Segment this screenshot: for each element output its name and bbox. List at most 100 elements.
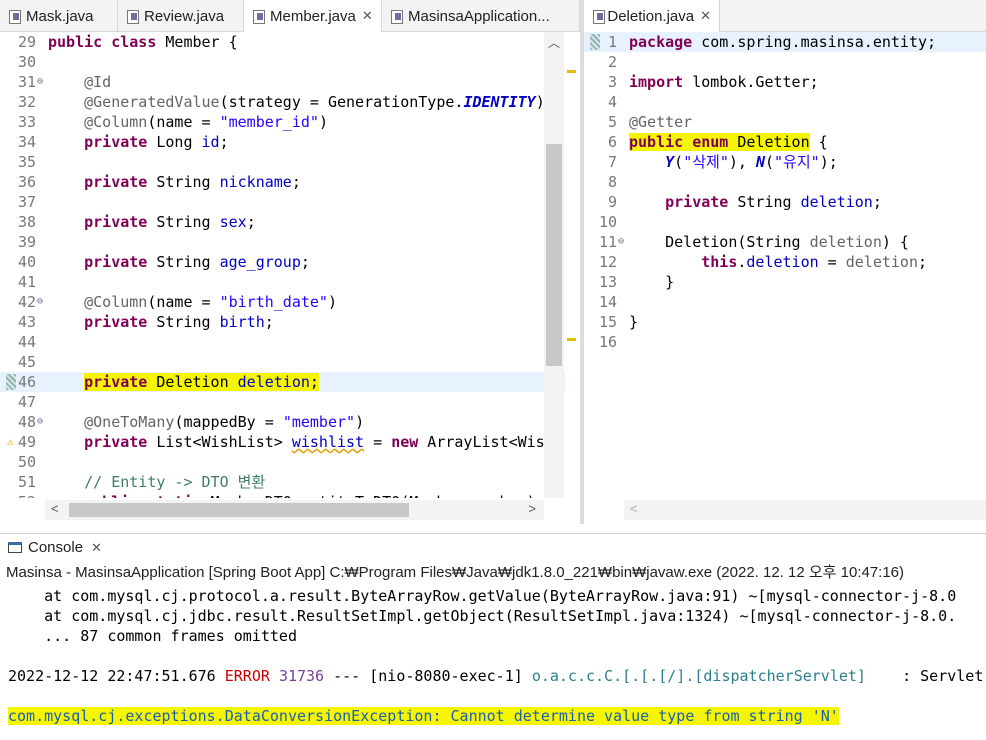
code-line[interactable]: 40 private String age_group;	[0, 252, 565, 272]
code-line[interactable]: 39	[0, 232, 565, 252]
scroll-thumb[interactable]	[69, 503, 409, 517]
code-line[interactable]: 15}	[584, 312, 986, 332]
code-line[interactable]: 44	[0, 332, 565, 352]
line-number: 44	[17, 333, 36, 351]
line-number: 3	[607, 73, 617, 91]
close-icon[interactable]: ✕	[362, 8, 373, 24]
code-line[interactable]: 3 import lombok.Getter;	[584, 72, 986, 92]
code-line[interactable]: 36 private String nickname;	[0, 172, 565, 192]
line-number: 15	[598, 313, 617, 331]
warning-icon[interactable]: ⚠	[7, 432, 14, 452]
code-line[interactable]: 13 }	[584, 272, 986, 292]
code-line[interactable]: 42 ⊖ @Column(name = "birth_date")	[0, 292, 565, 312]
code-text: @Id	[84, 73, 112, 91]
tab-review-java[interactable]: Review.java	[118, 0, 244, 32]
line-number: 41	[17, 273, 36, 291]
code-line[interactable]: 5 @Getter	[584, 112, 986, 132]
code-line[interactable]: 32 @GeneratedValue(strategy = Generation…	[0, 92, 565, 112]
code-line[interactable]: 52 public static MemberDTO entityToDTO(M…	[0, 492, 565, 498]
code-line[interactable]: 1 package com.spring.masinsa.entity;	[584, 32, 986, 52]
line-number: 43	[17, 313, 36, 331]
line-number: 30	[17, 53, 36, 71]
left-editor-vertical-scrollbar[interactable]: ︿	[544, 32, 564, 498]
line-number: 10	[598, 213, 617, 231]
line-number: 50	[17, 453, 36, 471]
code-line[interactable]: 45	[0, 352, 565, 372]
code-text: private String nickname;	[84, 173, 301, 191]
fold-toggle-icon[interactable]: ⊖	[37, 292, 43, 312]
code-line[interactable]: 38 private String sex;	[0, 212, 565, 232]
left-editor-horizontal-scrollbar[interactable]: < >	[45, 500, 544, 520]
tab-label: MasinsaApplication...	[408, 7, 550, 25]
fold-toggle-icon[interactable]: ⊖	[618, 232, 624, 252]
member-java-editor[interactable]: 29 public class Member { 30 31 ⊖ @Id 32 @Gene…	[0, 32, 565, 498]
code-line[interactable]: 37	[0, 192, 565, 212]
code-line[interactable]: 31 ⊖ @Id	[0, 72, 565, 92]
line-number: 49	[17, 433, 36, 451]
deletion-java-editor[interactable]: 1 package com.spring.masinsa.entity; 2 3 imp…	[584, 32, 986, 498]
line-number: 11	[598, 233, 617, 251]
left-overview-ruler	[565, 32, 580, 524]
tab-mask-java[interactable]: Mask.java	[0, 0, 118, 32]
code-line[interactable]: 9 private String deletion;	[584, 192, 986, 212]
code-line[interactable]: 7 Y("삭제"), N("유지");	[584, 152, 986, 172]
console-line: at com.mysql.cj.protocol.a.result.ByteAr…	[8, 587, 957, 605]
code-line[interactable]: 46 private Deletion deletion;	[0, 372, 565, 392]
java-file-icon	[126, 9, 140, 24]
code-line[interactable]: 48 ⊖ @OneToMany(mappedBy = "member")	[0, 412, 565, 432]
code-line[interactable]: 6 public enum Deletion {	[584, 132, 986, 152]
line-number: 48	[17, 413, 36, 431]
scroll-left-icon[interactable]: <	[630, 501, 638, 516]
right-editor-tabbar: Deletion.java ✕	[584, 0, 986, 32]
code-text: Deletion(String deletion) {	[629, 233, 909, 251]
code-line[interactable]: 10	[584, 212, 986, 232]
code-line[interactable]: 47	[0, 392, 565, 412]
code-line[interactable]: 8	[584, 172, 986, 192]
code-text: @GeneratedValue(strategy = GenerationTyp…	[84, 93, 545, 111]
tab-deletion-java[interactable]: Deletion.java ✕	[584, 0, 720, 32]
code-line[interactable]: 12 this.deletion = deletion;	[584, 252, 986, 272]
right-editor-horizontal-scrollbar[interactable]: <	[624, 500, 986, 520]
tab-label: Deletion.java	[607, 7, 695, 25]
code-line[interactable]: 34 private Long id;	[0, 132, 565, 152]
java-file-icon	[592, 9, 606, 24]
code-line[interactable]: 35	[0, 152, 565, 172]
close-icon[interactable]: ✕	[91, 540, 102, 556]
code-text: import lombok.Getter;	[629, 73, 819, 91]
tab-masinsaapplication-java[interactable]: MasinsaApplication...	[382, 0, 580, 32]
code-line[interactable]: 14	[584, 292, 986, 312]
line-number: 39	[17, 233, 36, 251]
code-line[interactable]: 2	[584, 52, 986, 72]
code-line[interactable]: 29 public class Member {	[0, 32, 565, 52]
code-text: public class Member {	[48, 33, 238, 51]
line-number: 51	[17, 473, 36, 491]
code-text: public enum Deletion {	[629, 133, 828, 151]
console-tab-label[interactable]: Console	[28, 539, 83, 556]
code-line[interactable]: 33 @Column(name = "member_id")	[0, 112, 565, 132]
code-line[interactable]: 30	[0, 52, 565, 72]
console-output[interactable]: at com.mysql.cj.protocol.a.result.ByteAr…	[0, 584, 986, 740]
scroll-left-icon[interactable]: <	[51, 501, 59, 516]
code-line[interactable]: 4	[584, 92, 986, 112]
scroll-thumb[interactable]	[546, 144, 562, 366]
line-number: 13	[598, 273, 617, 291]
java-file-icon	[390, 9, 404, 24]
code-line[interactable]: 43 private String birth;	[0, 312, 565, 332]
quick-diff-marker-icon	[6, 374, 16, 390]
code-line[interactable]: 41	[0, 272, 565, 292]
code-line[interactable]: 49 ⚠ private List<WishList> wishlist = ne…	[0, 432, 565, 452]
code-line[interactable]: 16	[584, 332, 986, 352]
code-line[interactable]: 51 // Entity -> DTO 변환	[0, 472, 565, 492]
code-line[interactable]: 11 ⊖ Deletion(String deletion) {	[584, 232, 986, 252]
scroll-up-icon[interactable]: ︿	[548, 34, 560, 51]
fold-toggle-icon[interactable]: ⊖	[37, 72, 43, 92]
tab-member-java[interactable]: Member.java ✕	[244, 0, 382, 32]
line-number: 42	[17, 293, 36, 311]
close-icon[interactable]: ✕	[700, 8, 711, 24]
scroll-right-icon[interactable]: >	[528, 501, 536, 516]
line-number: 14	[598, 293, 617, 311]
fold-toggle-icon[interactable]: ⊖	[37, 412, 43, 432]
code-line[interactable]: 50	[0, 452, 565, 472]
tab-label: Member.java	[270, 7, 356, 25]
line-number: 29	[17, 33, 36, 51]
